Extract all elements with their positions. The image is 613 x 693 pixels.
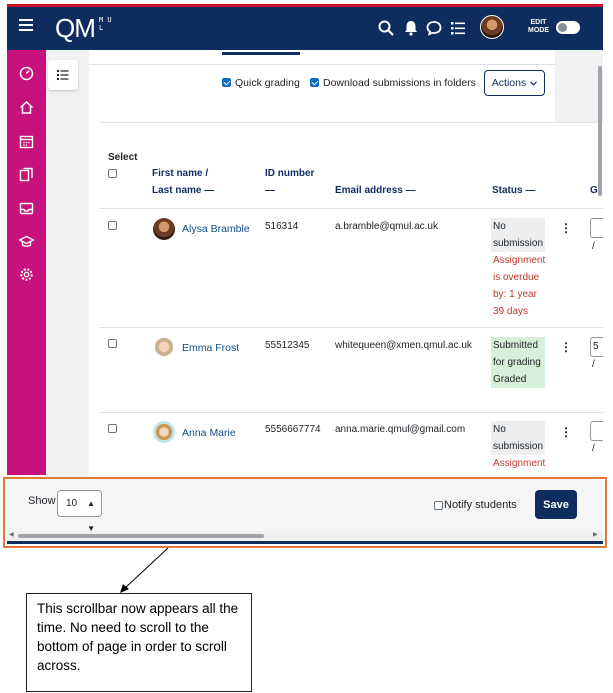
annotation-callout: This scrollbar now appears all the time.… [26,593,252,692]
actions-dropdown-button[interactable]: Actions [484,70,545,96]
vertical-scrollbar[interactable] [596,56,603,476]
download-folders-label: Download submissions in folders [323,77,476,89]
avatar [153,337,175,359]
messages-icon[interactable] [425,19,443,37]
student-name-link[interactable]: Alysa Bramble [182,223,250,235]
dashboard-gauge-icon[interactable] [19,66,34,81]
site-logo-sub: M UL [99,16,112,32]
id-number: 5556667774 [265,424,321,435]
quick-grading-checkbox[interactable] [222,78,231,87]
site-logo[interactable]: QM [55,13,96,44]
status-cell: Submitted for grading Graded [491,337,545,388]
row-select-checkbox[interactable] [108,221,117,230]
avatar [153,218,175,240]
download-folders-checkbox[interactable] [310,78,319,87]
avatar [153,421,175,443]
calendar-icon[interactable] [19,134,34,149]
divider [99,122,603,123]
divider [99,412,603,413]
id-number: 516314 [265,221,299,232]
user-avatar[interactable] [480,15,504,39]
annotation-highlight-box [3,477,607,548]
email-address: whitequeen@xmen.qmul.ac.uk [335,340,472,351]
id-sort-marker[interactable]: — [265,182,275,199]
left-nav-rail [7,50,46,475]
graduation-cap-icon[interactable] [19,234,34,249]
divider [99,208,603,209]
status-column-header[interactable]: Status — [492,182,535,199]
status-cell: No submission Assignment is overdue by: 1 y… [491,218,545,320]
grade-out-of: / [592,359,595,370]
list-icon[interactable] [449,19,467,37]
quick-grading-label: Quick grading [235,77,300,89]
search-icon[interactable] [377,19,395,37]
email-address: a.bramble@qmul.ac.uk [335,221,438,232]
status-badge: Submitted for grading Graded [491,337,545,388]
active-tab-indicator [222,52,300,55]
course-index-toggle-button[interactable] [48,60,78,90]
inbox-icon[interactable] [19,201,34,216]
divider [89,64,555,65]
bell-icon[interactable] [402,19,420,37]
row-actions-kebab-icon[interactable]: ⋮ [560,221,572,235]
overdue-text: Assignment is overdue by: 1 year 39 days [493,255,546,317]
row-actions-kebab-icon[interactable]: ⋮ [560,425,572,439]
row-actions-kebab-icon[interactable]: ⋮ [560,340,572,354]
grade-out-of: / [592,241,595,252]
gear-icon[interactable] [19,267,34,282]
vertical-scrollbar-thumb[interactable] [598,66,602,196]
hamburger-menu-icon[interactable] [19,19,33,33]
annotation-arrow-icon [120,547,169,593]
status-badge: No submission [491,421,545,455]
select-all-checkbox[interactable] [108,169,117,178]
overdue-text: Assignment [493,458,546,469]
id-number-column-header[interactable]: ID number [265,165,314,182]
actions-label: Actions [491,77,527,89]
home-icon[interactable] [19,100,34,115]
chevron-down-icon [530,80,538,86]
select-column-header: Select [108,152,138,163]
files-icon[interactable] [19,167,34,182]
course-index-drawer [46,50,89,475]
email-column-header[interactable]: Email address — [335,182,416,199]
status-cell: No submission Assignment [491,421,545,472]
student-name-link[interactable]: Anna Marie [182,427,236,439]
first-name-column-header[interactable]: First name / [152,165,208,182]
grade-out-of: / [592,443,595,454]
top-navbar: QM M UL EDIT MODE [7,4,603,50]
student-name-link[interactable]: Emma Frost [182,342,239,354]
id-number: 55512345 [265,340,310,351]
last-name-column-header[interactable]: Last name — [152,182,214,199]
email-address: anna.marie.qmul@gmail.com [335,424,466,435]
edit-mode-toggle[interactable] [556,21,580,34]
status-badge: No submission [491,218,545,252]
divider [99,327,603,328]
row-select-checkbox[interactable] [108,424,117,433]
edit-mode-label: EDIT MODE [528,19,549,34]
list-icon [57,70,69,80]
main-content: Quick grading Download submissions in fo… [46,50,603,475]
row-select-checkbox[interactable] [108,339,117,348]
